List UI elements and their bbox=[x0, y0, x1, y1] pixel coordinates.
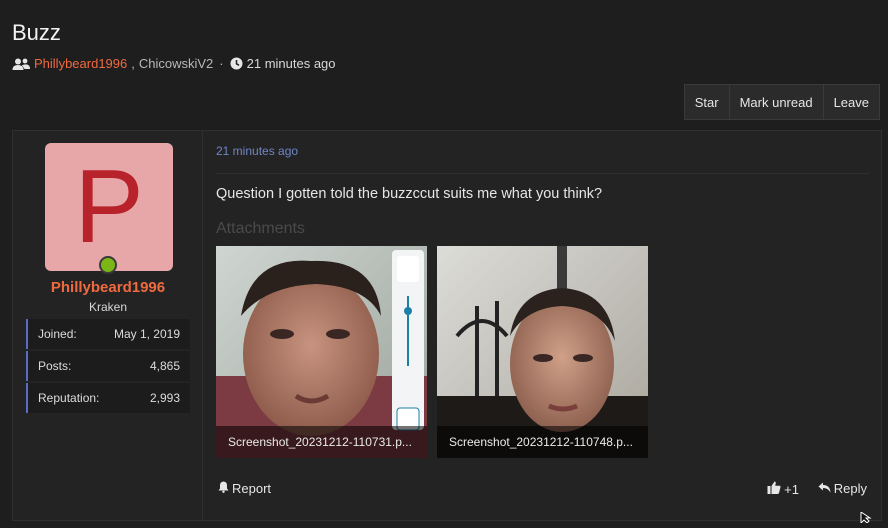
attachment-thumbnail[interactable]: Screenshot_20231212-110748.p... bbox=[437, 246, 648, 458]
mouse-cursor-icon bbox=[860, 510, 874, 528]
reply-button[interactable]: Reply bbox=[818, 481, 867, 496]
meta-separator: · bbox=[219, 56, 224, 71]
post-body: Question I gotten told the buzzccut suit… bbox=[216, 186, 603, 202]
star-button[interactable]: Star bbox=[683, 84, 729, 120]
like-count: +1 bbox=[784, 481, 799, 497]
attachment-filename[interactable]: Screenshot_20231212-110748.p... bbox=[437, 426, 648, 458]
mark-unread-button[interactable]: Mark unread bbox=[728, 84, 823, 120]
participant-link[interactable]: ChicowskiV2 bbox=[139, 56, 213, 71]
participant-link[interactable]: Phillybeard1996 bbox=[34, 56, 127, 71]
thread-meta: Phillybeard1996, ChicowskiV2 · 21 minute… bbox=[12, 56, 336, 71]
post-content: 21 minutes ago Question I gotten told th… bbox=[204, 131, 881, 520]
author-title: Kraken bbox=[88, 300, 128, 314]
attachment-filename[interactable]: Screenshot_20231212-110731.p... bbox=[216, 426, 427, 458]
thread-time: 21 minutes ago bbox=[246, 56, 336, 71]
post-timestamp[interactable]: 21 minutes ago bbox=[216, 144, 298, 158]
author-stats: Joined: May 1, 2019 Posts: 4,865 Reputat… bbox=[26, 319, 190, 415]
stat-row-reputation: Reputation: 2,993 bbox=[26, 383, 190, 413]
stat-label: Posts: bbox=[38, 359, 72, 373]
stat-value: 4,865 bbox=[149, 359, 180, 373]
thread-title: Buzz bbox=[12, 20, 61, 45]
report-button[interactable]: Report bbox=[218, 481, 271, 496]
reply-icon bbox=[818, 481, 831, 496]
post-divider bbox=[216, 173, 869, 174]
avatar[interactable]: P bbox=[45, 143, 173, 274]
participants-icon bbox=[12, 58, 30, 70]
post-footer: Report +1 Reply bbox=[216, 481, 869, 501]
stat-row-posts: Posts: 4,865 bbox=[26, 351, 190, 381]
like-button[interactable]: +1 bbox=[767, 481, 799, 497]
stat-value: 2,993 bbox=[149, 391, 180, 405]
stat-label: Reputation: bbox=[38, 391, 100, 405]
leave-button[interactable]: Leave bbox=[822, 84, 880, 120]
thread-actions: Star Mark unread Leave bbox=[683, 84, 880, 120]
author-panel: P Phillybeard1996 Kraken Joined: May 1, … bbox=[13, 131, 203, 520]
clock-icon bbox=[230, 57, 243, 70]
thumbs-up-icon bbox=[767, 481, 781, 497]
avatar-letter: P bbox=[74, 149, 144, 265]
attachments-label: Attachments bbox=[216, 220, 305, 237]
report-label: Report bbox=[232, 481, 272, 496]
bell-icon bbox=[218, 481, 229, 496]
stat-label: Joined: bbox=[38, 327, 77, 341]
participant-separator: , bbox=[131, 56, 135, 71]
online-status-dot bbox=[99, 256, 117, 274]
stat-row-joined: Joined: May 1, 2019 bbox=[26, 319, 190, 349]
reply-label: Reply bbox=[833, 481, 867, 496]
author-name[interactable]: Phillybeard1996 bbox=[13, 279, 203, 296]
message-post: P Phillybeard1996 Kraken Joined: May 1, … bbox=[12, 130, 882, 521]
attachment-thumbnail[interactable]: Screenshot_20231212-110731.p... bbox=[216, 246, 427, 458]
stat-value: May 1, 2019 bbox=[113, 327, 180, 341]
